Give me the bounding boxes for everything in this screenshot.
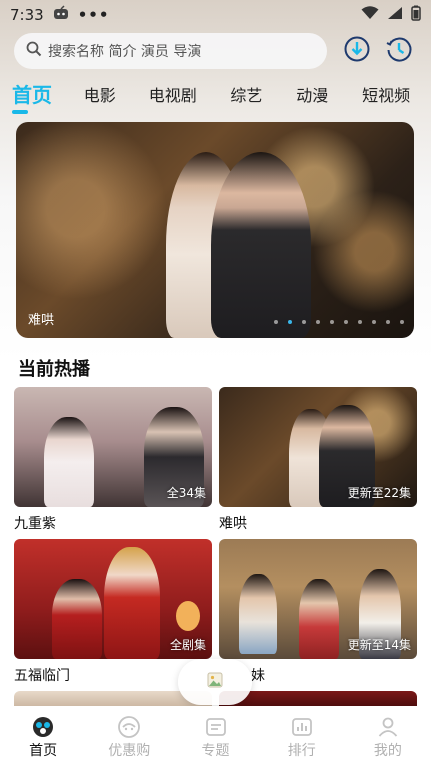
lantern-decoration [176,601,200,631]
nav-ranking[interactable]: 排行 [259,706,345,766]
show-thumbnail[interactable]: 全34集 [14,387,212,507]
floating-mini-button[interactable] [178,659,252,705]
app-notification-icon [52,5,70,25]
show-thumbnail[interactable]: 更新至22集 [219,387,417,507]
category-tabs: 首页 电影 电视剧 综艺 动漫 短视频 [0,78,431,116]
nav-coupon[interactable]: 优惠购 [86,706,172,766]
tab-tv-series[interactable]: 电视剧 [149,78,231,116]
search-placeholder: 搜索名称 简介 演员 导演 [48,44,202,60]
wifi-icon [361,6,379,24]
search-icon [26,41,42,61]
banner-title: 难哄 [28,313,55,328]
nav-ranking-label: 排行 [287,743,316,759]
download-icon [343,35,371,67]
show-thumbnail[interactable]: 全剧集 [14,539,212,659]
show-card[interactable]: 全34集 九重紫 [14,387,212,533]
banner-dot[interactable] [372,320,376,324]
download-button[interactable] [343,35,371,67]
home-icon [31,716,55,738]
episode-count-label: 全34集 [166,486,206,500]
episode-count-label: 全剧集 [169,638,206,652]
history-clock-icon [385,35,413,67]
thumbnail-figure [52,579,102,659]
signal-icon [387,6,403,24]
thumbnail-figure [239,574,277,654]
show-title[interactable]: 难哄 [219,513,417,533]
bottom-navigation: 首页 优惠购 专题 排行 我的 [0,706,431,766]
banner-dot-active[interactable] [288,320,292,324]
banner-dot[interactable] [358,320,362,324]
section-title-now-playing: 当前热播 [18,359,90,380]
show-thumbnail[interactable]: 更新至14集 [219,539,417,659]
tab-short-video[interactable]: 短视频 [362,78,431,116]
topic-icon [204,716,228,738]
nav-profile-label: 我的 [373,743,402,759]
search-row: 搜索名称 简介 演员 导演 [14,33,419,69]
history-button[interactable] [385,37,413,65]
nav-home[interactable]: 首页 [0,706,86,766]
tab-movies[interactable]: 电影 [84,78,149,116]
status-time: 7:33 [10,6,44,24]
banner-figure-man [211,152,311,338]
mini-image-icon [207,672,223,692]
nav-topic[interactable]: 专题 [172,706,258,766]
episode-count-label: 更新至22集 [347,486,411,500]
ranking-icon [290,716,314,738]
banner-pagination[interactable] [274,320,404,324]
nav-profile[interactable]: 我的 [345,706,431,766]
banner-dot[interactable] [274,320,278,324]
banner-dot[interactable] [400,320,404,324]
thumbnail-figure [104,547,160,659]
active-tab-indicator [12,110,28,114]
profile-icon [376,716,400,738]
banner-dot[interactable] [344,320,348,324]
status-bar: 7:33 ••• [0,0,431,30]
show-card[interactable]: 全剧集 五福临门 [14,539,212,685]
episode-count-label: 更新至14集 [347,638,411,652]
nav-topic-label: 专题 [201,743,230,759]
show-card[interactable]: 更新至14集 妹 [219,539,417,685]
featured-banner[interactable]: 难哄 [16,122,414,338]
nav-coupon-label: 优惠购 [108,743,151,759]
coupon-icon [117,716,141,738]
banner-dot[interactable] [316,320,320,324]
nav-home-label: 首页 [29,743,58,759]
banner-dot[interactable] [302,320,306,324]
tab-anime[interactable]: 动漫 [296,78,362,116]
status-more-dots: ••• [77,6,110,24]
show-card[interactable]: 更新至22集 难哄 [219,387,417,533]
thumbnail-figure [44,417,94,507]
show-title[interactable]: 九重紫 [14,513,212,533]
battery-icon [411,5,421,25]
thumbnail-figure [299,579,339,659]
banner-dot[interactable] [386,320,390,324]
tab-variety[interactable]: 综艺 [230,78,296,116]
search-input[interactable]: 搜索名称 简介 演员 导演 [14,33,327,69]
banner-dot[interactable] [330,320,334,324]
